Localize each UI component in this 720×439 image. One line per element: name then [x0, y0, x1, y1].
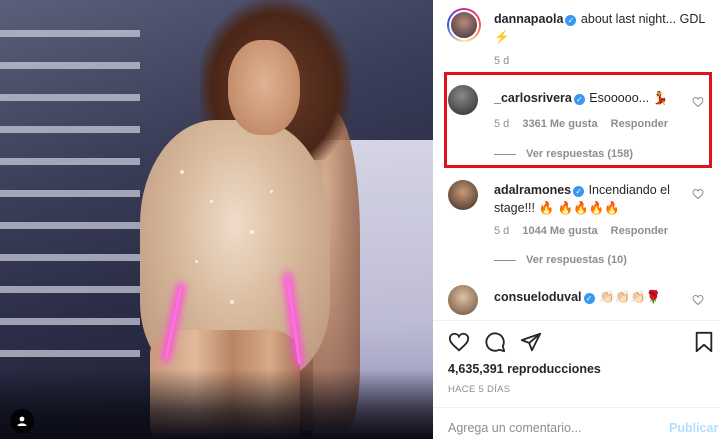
- comment-body: adalramones ✓ Incendiando el stage!!! 🔥 🔥…: [494, 181, 684, 217]
- comment-avatar[interactable]: [448, 180, 478, 210]
- tagged-users-button[interactable]: [10, 409, 34, 433]
- composer-divider: [433, 407, 720, 408]
- comment-body: consueloduval ✓ 👏🏻👏🏻👏🏻🌹: [494, 288, 684, 306]
- view-replies-button[interactable]: Ver respuestas (10): [494, 254, 627, 266]
- comment-avatar[interactable]: [448, 285, 478, 315]
- comment-age: 5 d: [494, 225, 510, 237]
- reply-button[interactable]: Responder: [611, 118, 668, 130]
- verified-badge-icon: ✓: [565, 15, 577, 26]
- comment-username[interactable]: _carlosrivera: [494, 91, 572, 105]
- share-plane-icon[interactable]: [520, 331, 542, 353]
- author-avatar[interactable]: [447, 8, 481, 42]
- comment-input[interactable]: Agrega un comentario...: [448, 421, 581, 435]
- verified-badge-icon: ✓: [583, 293, 595, 304]
- performer-face: [228, 40, 300, 135]
- comment-body: _carlosrivera ✓ Esooooo... 💃: [494, 89, 684, 107]
- verified-badge-icon: ✓: [573, 94, 585, 105]
- save-bookmark-icon[interactable]: [694, 331, 714, 353]
- post-caption: dannapaola ✓ about last night... GDL ⚡: [494, 10, 709, 46]
- comment-username[interactable]: adalramones: [494, 183, 571, 197]
- comment-text: 👏🏻👏🏻👏🏻🌹: [598, 290, 662, 304]
- replies-divider: [494, 259, 516, 261]
- verified-badge-icon: ✓: [573, 186, 585, 197]
- view-replies-button[interactable]: Ver respuestas (158): [494, 148, 633, 160]
- actions-divider: [433, 320, 720, 321]
- comment-likes[interactable]: 1044 Me gusta: [522, 225, 597, 237]
- comment-text: Esooooo... 💃: [589, 91, 669, 105]
- like-comment-heart-icon[interactable]: [692, 188, 704, 200]
- like-comment-heart-icon[interactable]: [692, 96, 704, 108]
- reply-button[interactable]: Responder: [611, 225, 668, 237]
- comment-likes[interactable]: 3361 Me gusta: [522, 118, 597, 130]
- like-heart-icon[interactable]: [448, 331, 470, 353]
- view-replies-label: Ver respuestas (10): [526, 254, 627, 266]
- publish-button[interactable]: Publicar: [669, 421, 718, 435]
- post-age: 5 d: [494, 55, 510, 67]
- comment-age: 5 d: [494, 118, 510, 130]
- person-icon: [17, 416, 27, 426]
- crowd-foreground: [0, 369, 433, 439]
- comment-username[interactable]: consueloduval: [494, 290, 582, 304]
- post-video[interactable]: [0, 0, 433, 439]
- posted-ago: HACE 5 DÍAS: [448, 384, 511, 395]
- comment-bubble-icon[interactable]: [484, 331, 506, 353]
- view-replies-label: Ver respuestas (158): [526, 148, 634, 160]
- comment-avatar[interactable]: [448, 85, 478, 115]
- author-username[interactable]: dannapaola: [494, 12, 563, 26]
- replies-divider: [494, 153, 516, 155]
- view-count[interactable]: 4,635,391 reproducciones: [448, 362, 601, 376]
- like-comment-heart-icon[interactable]: [692, 294, 704, 306]
